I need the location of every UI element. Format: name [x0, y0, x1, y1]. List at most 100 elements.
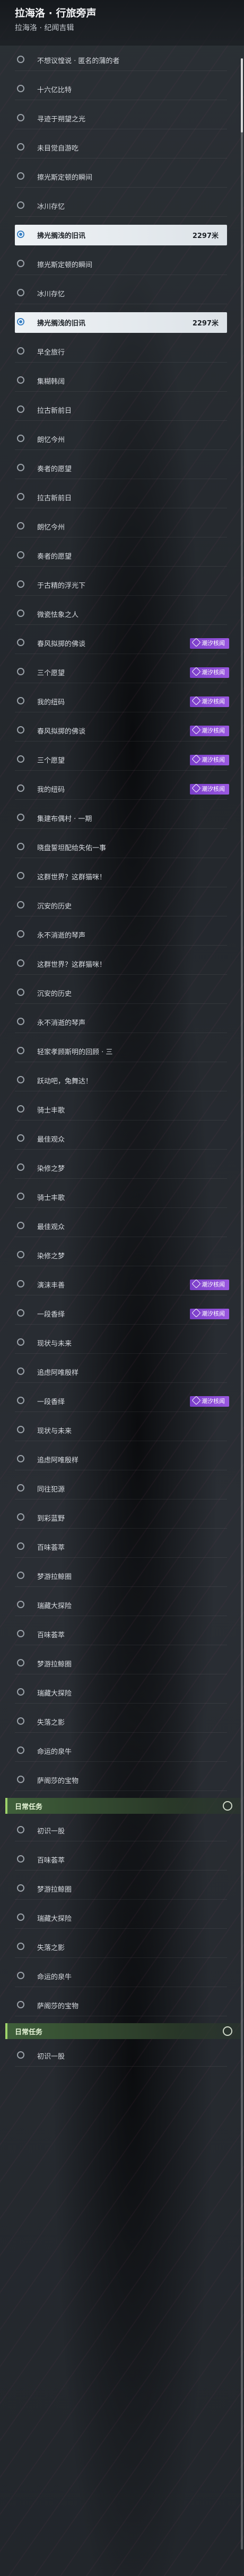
quest-row[interactable]: 梦游拉鲸圈	[15, 1653, 227, 1674]
radio-icon[interactable]	[17, 85, 24, 92]
quest-item[interactable]: 奏者的愿望	[0, 454, 244, 483]
quest-row[interactable]: 三个愿望 潮汐核闻	[15, 662, 229, 683]
quest-item[interactable]: 命运的泉牛	[0, 1736, 244, 1766]
quest-item[interactable]: 瑞藏大探险	[0, 1903, 244, 1933]
radio-icon[interactable]	[17, 726, 24, 734]
radio-icon[interactable]	[17, 1105, 24, 1113]
radio-icon[interactable]	[17, 784, 24, 792]
quest-item[interactable]: 到彩蓝野	[0, 1503, 244, 1532]
radio-icon[interactable]	[17, 1513, 24, 1521]
radio-icon[interactable]	[17, 1855, 24, 1863]
quest-item[interactable]: 不想议惶说 · 匿名的蒲的者	[0, 46, 244, 75]
radio-icon[interactable]	[17, 1018, 24, 1025]
quest-item[interactable]: 现状与未来	[0, 1416, 244, 1445]
quest-item[interactable]: 集糊韩阔	[0, 366, 244, 395]
quest-item[interactable]: 最佳观众	[0, 1212, 244, 1241]
quest-row[interactable]: 萨阁莎的宝物	[15, 1995, 227, 2016]
quest-row[interactable]: 擦光斯定顿的瞬间	[15, 166, 227, 188]
radio-icon[interactable]	[17, 1076, 24, 1083]
scrollbar-track[interactable]	[241, 58, 243, 2549]
radio-icon[interactable]	[17, 522, 24, 530]
quest-row[interactable]: 三个愿望 潮汐核闻	[15, 749, 229, 771]
quest-item[interactable]: 最佳观众	[0, 1124, 244, 1153]
quest-row[interactable]: 微瓷怯象之人	[15, 604, 227, 625]
quest-item[interactable]: 梦游拉鲸圈	[0, 1562, 244, 1591]
quest-row[interactable]: 永不消逝的琴声	[15, 924, 227, 946]
radio-icon[interactable]	[17, 989, 24, 996]
quest-row[interactable]: 永不消逝的琴声	[15, 1012, 227, 1033]
radio-icon[interactable]	[17, 260, 24, 267]
quest-row[interactable]: 十六亿比特	[15, 79, 227, 100]
quest-row[interactable]: 奏者的愿望	[15, 545, 227, 567]
radio-icon[interactable]	[17, 551, 24, 559]
quest-row[interactable]: 集糊韩阔	[15, 370, 227, 392]
radio-icon[interactable]	[17, 1659, 24, 1666]
radio-icon[interactable]	[17, 1542, 24, 1550]
radio-icon[interactable]	[17, 1972, 24, 1979]
quest-row[interactable]: 失落之影	[15, 1712, 227, 1733]
radio-icon[interactable]	[17, 1717, 24, 1725]
radio-icon[interactable]	[17, 1047, 24, 1054]
quest-item[interactable]: 初识一股	[0, 2041, 244, 2070]
quest-item[interactable]: 失落之影	[0, 1933, 244, 1962]
radio-icon[interactable]	[17, 959, 24, 967]
quest-item[interactable]: 百味荟萃	[0, 1620, 244, 1649]
radio-icon[interactable]	[17, 114, 24, 121]
radio-icon[interactable]	[17, 289, 24, 296]
radio-icon[interactable]	[17, 843, 24, 850]
quest-item[interactable]: 这群世界？这群猫咪！	[0, 949, 244, 978]
quest-row[interactable]: 萨阁莎的宝物	[15, 1770, 227, 1791]
radio-icon[interactable]	[17, 493, 24, 500]
quest-item[interactable]: 晓盘誓坦配给失佑一事	[0, 833, 244, 862]
quest-item[interactable]: 瑞藏大探险	[0, 1591, 244, 1620]
quest-row[interactable]: 沉安的历史	[15, 895, 227, 916]
quest-item[interactable]: 萨阁莎的宝物	[0, 1991, 244, 2020]
radio-icon[interactable]	[17, 930, 24, 938]
quest-item[interactable]: 微瓷怯象之人	[0, 599, 244, 629]
quest-row[interactable]: 集建布偶村 · 一期	[15, 808, 227, 829]
quest-item[interactable]: 一段香绎 潮汐核闻	[0, 1387, 244, 1416]
quest-row[interactable]: 失落之影	[15, 1937, 227, 1958]
radio-icon[interactable]	[17, 2001, 24, 2008]
radio-icon[interactable]	[17, 755, 24, 763]
radio-icon[interactable]	[17, 1163, 24, 1171]
quest-item[interactable]: 命运的泉牛	[0, 1962, 244, 1991]
radio-icon[interactable]	[17, 610, 24, 617]
quest-row[interactable]: 百味荟萃	[15, 1624, 227, 1645]
radio-icon[interactable]	[17, 1746, 24, 1754]
quest-row[interactable]: 拉古新前日	[15, 487, 227, 508]
quest-item[interactable]: 轻家孝顾斯明的回顾 · 三	[0, 1037, 244, 1066]
quest-item[interactable]: 追虑阿唯殷样	[0, 1445, 244, 1474]
radio-icon[interactable]	[17, 1193, 24, 1200]
quest-item[interactable]: 失落之影	[0, 1707, 244, 1736]
radio-icon[interactable]	[17, 405, 24, 413]
quest-item[interactable]: 演沫丰善 潮汐核闻	[0, 1270, 244, 1299]
quest-row[interactable]: 这群世界？这群猫咪！	[15, 954, 227, 975]
collapse-icon[interactable]	[223, 1801, 232, 1811]
radio-icon[interactable]	[17, 1688, 24, 1696]
quest-item[interactable]: 永不消逝的琴声	[0, 920, 244, 949]
collapse-icon[interactable]	[223, 2026, 232, 2036]
radio-icon[interactable]	[17, 697, 24, 704]
quest-row[interactable]: 现状与未来	[15, 1333, 227, 1354]
scrollbar-thumb[interactable]	[241, 58, 243, 133]
quest-item[interactable]: 骑士丰歌	[0, 1183, 244, 1212]
quest-row[interactable]: 跃动吧，兔舞达！	[15, 1070, 227, 1091]
radio-icon[interactable]	[17, 376, 24, 384]
quest-row[interactable]: 演沫丰善 潮汐核闻	[15, 1274, 229, 1295]
quest-row[interactable]: 一段香绎 潮汐核闻	[15, 1303, 229, 1325]
quest-item[interactable]: 瑞藏大探险	[0, 1678, 244, 1707]
quest-item[interactable]: 十六亿比特	[0, 75, 244, 104]
radio-icon[interactable]	[17, 1943, 24, 1950]
quest-row[interactable]: 春风拟掷的佛谈 潮汐核闻	[15, 633, 229, 654]
quest-row[interactable]: 最佳观众	[15, 1216, 227, 1237]
quest-item[interactable]: 冰川存忆	[0, 191, 244, 220]
radio-icon[interactable]	[17, 1884, 24, 1892]
quest-row[interactable]: 骑士丰歌	[15, 1187, 227, 1208]
quest-row[interactable]: 拂光搁浅的旧讯 2297米	[15, 225, 227, 245]
radio-icon[interactable]	[17, 1368, 24, 1375]
quest-item[interactable]: 未目觉自游吃	[0, 133, 244, 162]
quest-item[interactable]: 奏者的愿望	[0, 541, 244, 570]
radio-icon[interactable]	[17, 1338, 24, 1346]
quest-row[interactable]: 早全旅行	[15, 341, 227, 363]
